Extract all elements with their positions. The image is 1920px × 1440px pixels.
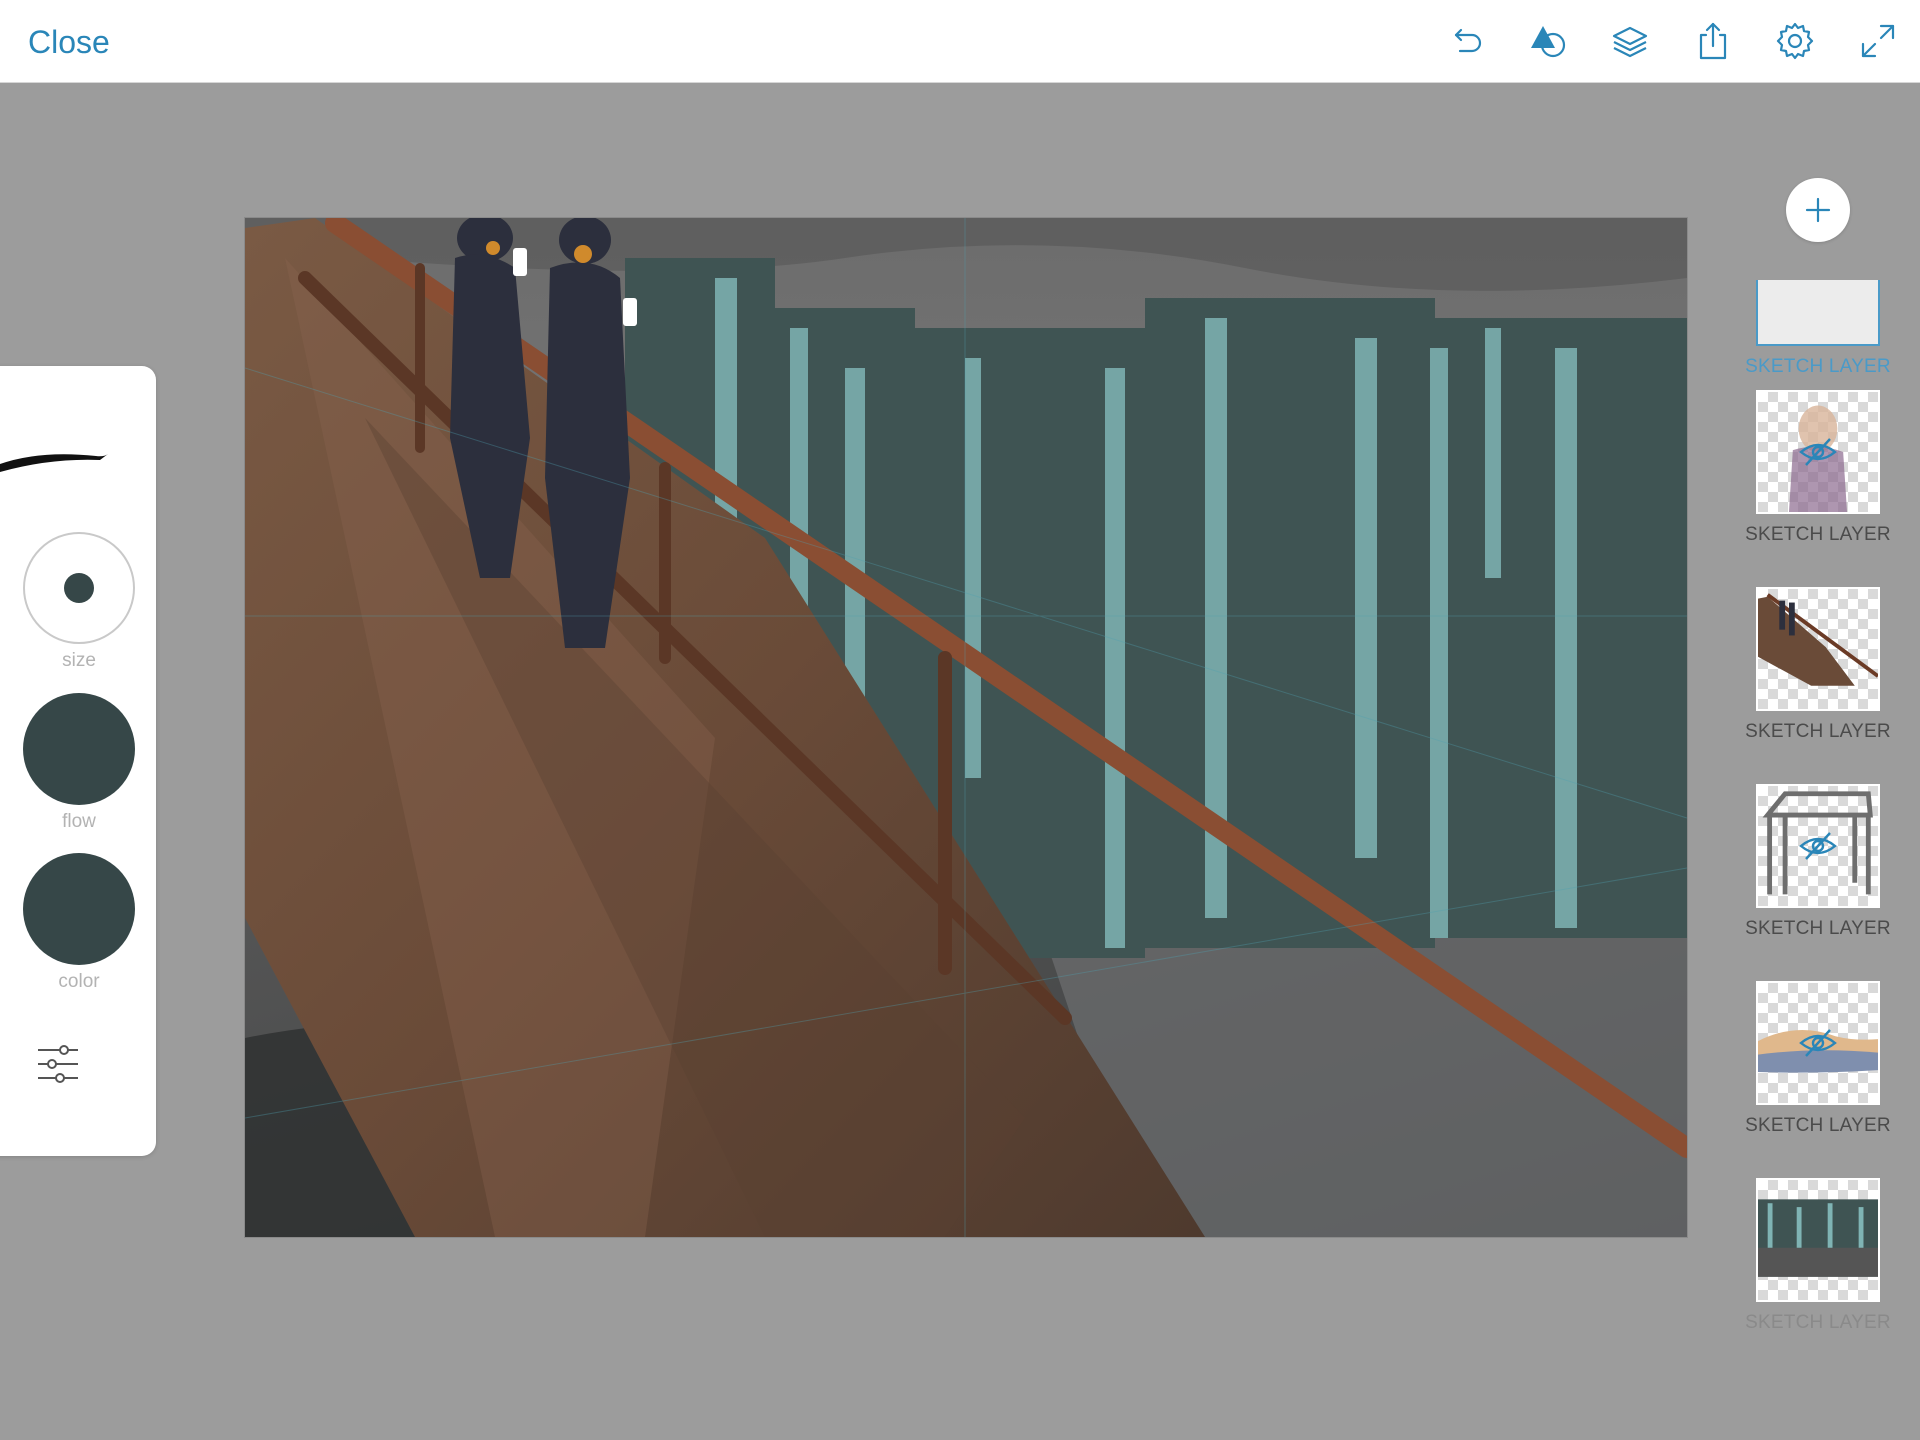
layer-thumbnail [1756,390,1880,514]
layer-label: SKETCH LAYER [1745,1115,1891,1136]
layer-thumbnail [1756,981,1880,1105]
close-button[interactable]: Close [28,22,110,62]
hidden-eye-icon[interactable] [1798,1027,1838,1059]
color-control: color [22,853,136,993]
flow-label: flow [62,811,96,832]
layer-label: SKETCH LAYER [1745,356,1891,377]
brush-settings-icon[interactable] [36,1042,80,1086]
layer-label: SKETCH LAYER [1745,918,1891,939]
artwork [245,218,1687,1237]
shapes-button[interactable] [1520,13,1576,69]
brush-panel: size flow color [0,366,156,1156]
layers-button[interactable] [1602,13,1658,69]
brush-color-button[interactable] [23,853,135,965]
fullscreen-icon [1861,24,1895,58]
size-label: size [62,650,96,671]
layer-thumbnail [1756,784,1880,908]
drawing-canvas[interactable] [245,218,1687,1237]
undo-button[interactable] [1438,13,1494,69]
brush-size-button[interactable] [23,532,135,644]
settings-icon [1776,22,1814,60]
layer-thumbnail [1756,1178,1880,1302]
layer-thumbnail [1756,280,1880,346]
fullscreen-button[interactable] [1850,13,1906,69]
brush-flow-button[interactable] [23,693,135,805]
settings-button[interactable] [1767,13,1823,69]
layer-label: SKETCH LAYER [1745,524,1891,545]
layers-panel: SKETCH LAYER SKETCH LAYER SKETCH LAYER S… [1740,280,1896,1338]
layer-label: SKETCH LAYER [1745,721,1891,742]
color-label: color [58,971,100,992]
share-button[interactable] [1685,13,1741,69]
undo-icon [1454,28,1482,53]
layer-thumbnail [1756,587,1880,711]
layer-label: SKETCH LAYER [1745,1312,1891,1333]
size-control: size [22,532,136,672]
shapes-icon [1531,26,1566,58]
flow-control: flow [22,693,136,833]
brush-stroke-preview[interactable] [0,436,110,476]
plus-icon [1805,197,1831,223]
layers-icon [1612,26,1648,58]
size-dot [64,573,94,603]
top-toolbar: Close [0,0,1920,83]
hidden-eye-icon[interactable] [1798,436,1838,468]
add-layer-button[interactable] [1786,178,1850,242]
hidden-eye-icon[interactable] [1798,830,1838,862]
share-icon [1699,22,1727,60]
